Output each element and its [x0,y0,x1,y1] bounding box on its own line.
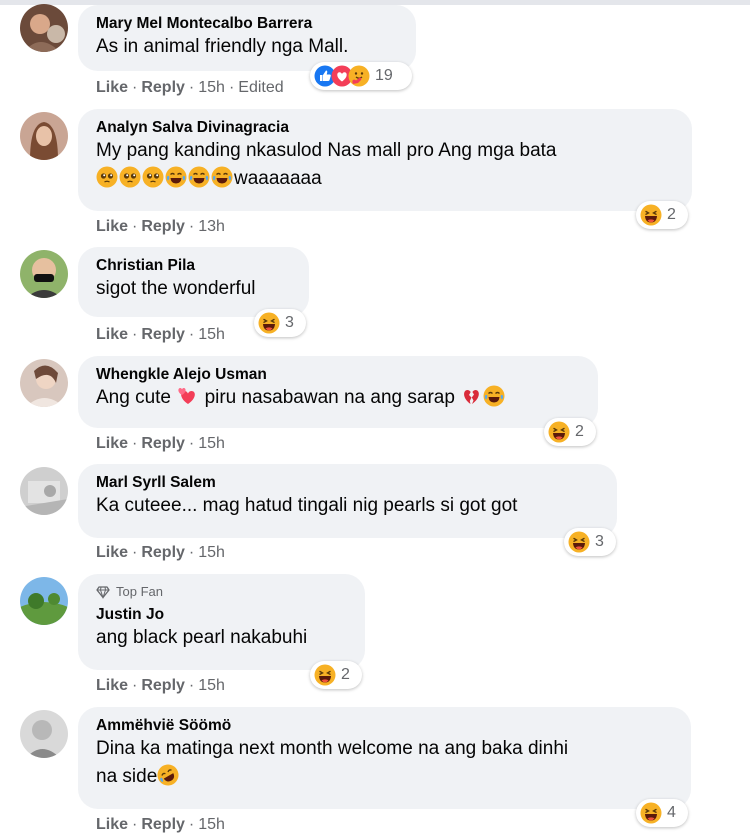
timestamp[interactable]: 15h [198,677,225,694]
comment-author[interactable]: Mary Mel Montecalbo Barrera [96,14,398,33]
comment-author[interactable]: Analyn Salva Divinagracia [96,118,674,137]
haha-icon [640,204,662,226]
timestamp[interactable]: 15h [198,79,225,96]
avatar[interactable] [20,577,68,625]
like-button[interactable]: Like [96,677,128,694]
comment-actions: Like · Reply · 15h · Edited [96,79,284,96]
tears-of-joy-icon [188,166,210,188]
avatar[interactable] [20,250,68,298]
comment-text-line1: Dina ka matinga next month welcome na an… [96,738,569,759]
like-button[interactable]: Like [96,544,128,561]
rofl-icon [157,764,179,786]
reply-button[interactable]: Reply [141,79,185,96]
comment-actions: Like · Reply · 15h [96,326,225,343]
reaction-summary[interactable]: 3 [564,528,616,556]
comment-bubble: Marl Syrll Salem Ka cuteee... mag hatud … [78,464,617,538]
haha-icon [258,312,280,334]
reaction-count: 4 [667,804,676,821]
reply-button[interactable]: Reply [141,435,185,452]
edited-label: Edited [238,79,284,96]
comment-actions: Like · Reply · 15h [96,544,225,561]
comment-actions: Like · Reply · 15h [96,816,225,833]
like-button[interactable]: Like [96,435,128,452]
comment-text: sigot the wonderful [96,278,256,299]
comment-author[interactable]: Whengkle Alejo Usman [96,365,580,384]
comment-author[interactable]: Ammëhvië Söömö [96,716,673,735]
comment-text: As in animal friendly nga Mall. [96,36,349,57]
timestamp[interactable]: 15h [198,435,225,452]
timestamp[interactable]: 15h [198,816,225,833]
avatar[interactable] [20,467,68,515]
pleading-face-icon [119,166,141,188]
reply-button[interactable]: Reply [141,326,185,343]
comment-author[interactable]: Marl Syrll Salem [96,473,599,492]
comment-text-line2: waaaaaaa [96,165,674,193]
diamond-icon [96,585,110,599]
comment-actions: Like · Reply · 15h [96,677,225,694]
reply-button[interactable]: Reply [141,544,185,561]
comment-bubble: Whengkle Alejo Usman Ang cute piru nasab… [78,356,598,428]
pleading-face-icon [142,166,164,188]
reaction-count: 2 [575,423,584,440]
reaction-count: 2 [341,666,350,683]
tears-of-joy-icon [483,385,505,407]
timestamp[interactable]: 15h [198,326,225,343]
care-icon [348,65,370,87]
comment-text-line1: My pang kanding nkasulod Nas mall pro An… [96,140,557,161]
comment-bubble: Top Fan Justin Jo ang black pearl nakabu… [78,574,365,670]
timestamp[interactable]: 15h [198,544,225,561]
haha-icon [640,802,662,824]
like-button[interactable]: Like [96,79,128,96]
comment-bubble: Analyn Salva Divinagracia My pang kandin… [78,109,692,211]
reaction-summary[interactable]: 19 [310,62,412,90]
like-button[interactable]: Like [96,326,128,343]
reaction-count: 19 [375,67,393,84]
reply-button[interactable]: Reply [141,218,185,235]
comment-text-line2: na side [96,763,673,791]
comment-author[interactable]: Christian Pila [96,256,291,275]
haha-icon [314,664,336,686]
broken-heart-icon [460,385,482,407]
two-hearts-icon [176,385,198,407]
avatar[interactable] [20,359,68,407]
like-button[interactable]: Like [96,816,128,833]
tears-of-joy-icon [165,166,187,188]
avatar[interactable] [20,112,68,160]
comment-bubble: Christian Pila sigot the wonderful [78,247,309,317]
reaction-summary[interactable]: 2 [310,661,362,689]
reaction-count: 2 [667,206,676,223]
comment-author[interactable]: Justin Jo [96,605,347,624]
reaction-summary[interactable]: 3 [254,309,306,337]
reply-button[interactable]: Reply [141,816,185,833]
reaction-summary[interactable]: 2 [544,418,596,446]
reaction-summary[interactable]: 4 [636,799,688,827]
avatar[interactable] [20,4,68,52]
reaction-count: 3 [595,533,604,550]
haha-icon [548,421,570,443]
comment-bubble: Ammëhvië Söömö Dina ka matinga next mont… [78,707,691,809]
pleading-face-icon [96,166,118,188]
avatar[interactable] [20,710,68,758]
reply-button[interactable]: Reply [141,677,185,694]
comment-actions: Like · Reply · 13h [96,218,225,235]
reaction-summary[interactable]: 2 [636,201,688,229]
comment-text: Ka cuteee... mag hatud tingali nig pearl… [96,495,518,516]
tears-of-joy-icon [211,166,233,188]
haha-icon [568,531,590,553]
comment-actions: Like · Reply · 15h [96,435,225,452]
like-button[interactable]: Like [96,218,128,235]
timestamp[interactable]: 13h [198,218,225,235]
comment-text: ang black pearl nakabuhi [96,627,308,648]
top-fan-badge: Top Fan [96,583,347,601]
reaction-count: 3 [285,314,294,331]
comment-text: Ang cute piru nasabawan na ang sarap [96,384,580,412]
